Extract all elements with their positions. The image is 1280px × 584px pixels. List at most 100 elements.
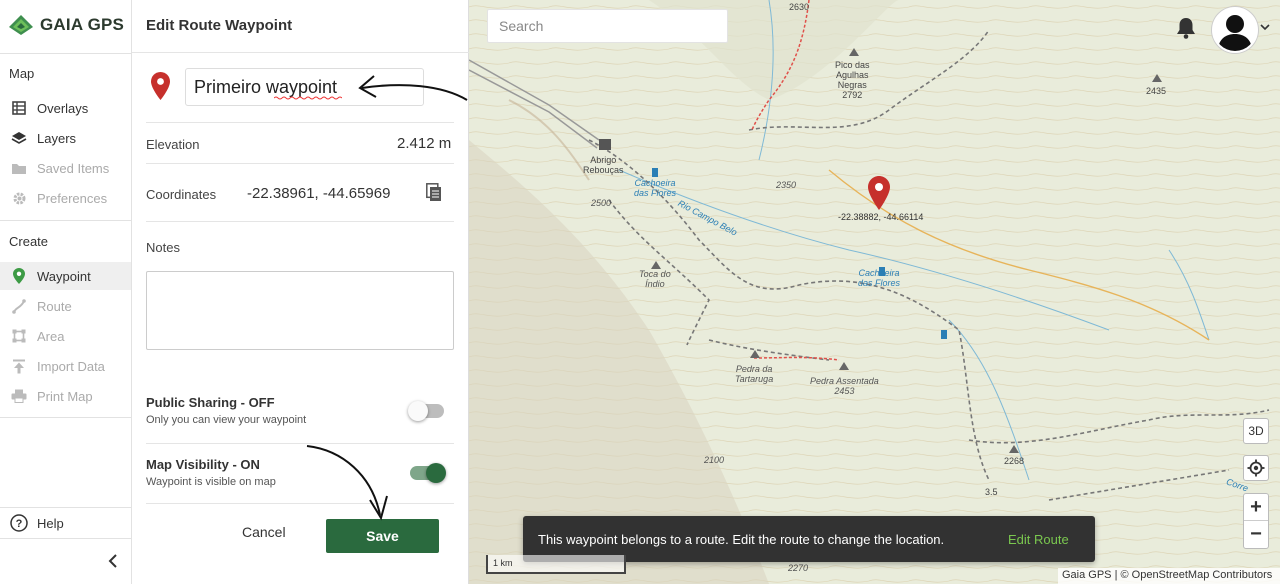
coordinates-label: Coordinates <box>146 187 217 202</box>
gaia-logo[interactable]: GAIA GPS <box>8 14 124 36</box>
scale-label: 1 km <box>493 558 513 568</box>
user-icon <box>1218 15 1252 51</box>
sidebar-item-label: Saved Items <box>37 160 110 176</box>
area-icon <box>10 327 28 345</box>
map-view[interactable]: 2630 Pico das Agulhas Negras 2792 2435 A… <box>469 0 1280 584</box>
divider <box>0 507 131 508</box>
sidebar-item-label: Route <box>37 298 72 314</box>
sidebar-item-label: Waypoint <box>37 268 91 284</box>
layers-icon <box>10 129 28 147</box>
map-label: Pedra Assentada 2453 <box>810 376 879 396</box>
svg-text:?: ? <box>16 518 23 530</box>
divider <box>146 221 454 222</box>
toast-message: This waypoint belongs to a route. Edit t… <box>538 532 945 547</box>
elevation-value: 2.412 m <box>397 135 452 152</box>
map-label: Cachoeira das Flores <box>858 268 901 288</box>
divider <box>0 53 131 54</box>
collapse-sidebar-button[interactable] <box>104 550 122 572</box>
gear-icon <box>10 189 28 207</box>
route-icon <box>10 297 28 315</box>
map-search-input[interactable] <box>487 9 728 43</box>
map-label: 2100 <box>704 455 725 465</box>
map-attribution: Gaia GPS | © OpenStreetMap Contributors <box>1058 568 1280 584</box>
sidebar-item-area[interactable]: Area <box>0 322 131 350</box>
printer-icon <box>10 387 28 405</box>
zoom-in-button[interactable]: + <box>1244 494 1268 521</box>
annotation-arrows <box>306 75 468 521</box>
divider <box>0 220 131 221</box>
map-pin-icon <box>868 176 890 210</box>
sidebar-item-preferences[interactable]: Preferences <box>0 184 131 212</box>
map-label: Pedra da Tartaruga <box>735 364 774 384</box>
upload-icon <box>10 357 28 375</box>
map-visibility-subtitle: Waypoint is visible on map <box>146 476 276 488</box>
sidebar-item-label: Overlays <box>37 100 89 116</box>
divider <box>132 52 469 53</box>
sidebar-item-label: Layers <box>37 130 77 146</box>
gaia-logo-icon <box>9 15 33 35</box>
map-label: 2500 <box>591 198 612 208</box>
map-scale-bar: 1 km <box>486 555 626 574</box>
sidebar-item-label: Area <box>37 328 65 344</box>
crosshair-icon <box>1247 459 1265 477</box>
sidebar-item-print-map[interactable]: Print Map <box>0 382 131 410</box>
sidebar-item-import-data[interactable]: Import Data <box>0 352 131 380</box>
zoom-out-button[interactable]: − <box>1244 521 1268 548</box>
edit-waypoint-panel: Edit Route Waypoint Elevation 2.412 m Co… <box>132 0 469 584</box>
map-waypoint-marker[interactable] <box>868 176 890 215</box>
map-label: 2630 <box>789 2 810 12</box>
create-section-header: Create <box>9 234 49 249</box>
public-sharing-subtitle: Only you can view your waypoint <box>146 414 307 426</box>
bell-icon <box>1177 18 1195 39</box>
sidebar-item-waypoint[interactable]: Waypoint <box>0 262 131 290</box>
map-label: 2435 <box>1146 86 1167 96</box>
app-name: GAIA GPS <box>40 15 125 34</box>
sidebar-item-label: Import Data <box>37 358 105 374</box>
map-label: 3.5 <box>985 487 998 497</box>
map-visibility-title: Map Visibility - ON <box>146 457 260 472</box>
cancel-button[interactable]: Cancel <box>242 524 286 540</box>
copy-icon <box>426 183 441 201</box>
sidebar-item-label: Preferences <box>37 190 108 206</box>
3d-toggle-button[interactable]: 3D <box>1243 418 1269 444</box>
divider <box>0 417 131 418</box>
chevron-down-icon <box>1260 24 1270 31</box>
public-sharing-title: Public Sharing - OFF <box>146 395 275 410</box>
help-icon: ? <box>10 514 28 532</box>
sidebar-item-help[interactable]: ? Help <box>0 509 131 537</box>
panel-title: Edit Route Waypoint <box>146 17 293 34</box>
elevation-label: Elevation <box>146 137 200 152</box>
waypoint-name-input[interactable] <box>185 68 424 106</box>
map-label: Abrigo Rebouças <box>583 155 624 175</box>
sidebar-item-label: Print Map <box>37 388 93 404</box>
sidebar-item-label: Help <box>37 515 64 531</box>
map-label: Toca do Índio <box>639 269 671 289</box>
notifications-button[interactable] <box>1176 17 1196 44</box>
zoom-controls: + − <box>1243 493 1269 549</box>
map-label: Pico das Agulhas Negras 2792 <box>835 60 870 100</box>
coordinates-value: -22.38961, -44.65969 <box>247 185 391 202</box>
sidebar-item-route[interactable]: Route <box>0 292 131 320</box>
waypoint-marker-icon <box>151 72 170 105</box>
map-label: 2270 <box>788 563 809 573</box>
locate-button[interactable] <box>1243 455 1269 481</box>
divider <box>146 163 454 164</box>
sidebar-item-layers[interactable]: Layers <box>0 124 131 152</box>
notes-label: Notes <box>146 240 180 255</box>
user-avatar[interactable] <box>1212 7 1258 53</box>
map-label: 2268 <box>1004 456 1025 466</box>
spellcheck-underline <box>274 96 342 100</box>
account-menu-button[interactable] <box>1260 18 1270 36</box>
folder-icon <box>10 159 28 177</box>
copy-coordinates-button[interactable] <box>426 183 444 203</box>
sidebar-item-saved-items[interactable]: Saved Items <box>0 154 131 182</box>
map-label: 2350 <box>776 180 797 190</box>
marker-coordinates-label: -22.38882, -44.66114 <box>838 212 924 222</box>
edit-route-button[interactable]: Edit Route <box>1008 532 1069 547</box>
waypoint-icon <box>10 267 28 285</box>
map-section-header: Map <box>9 66 35 81</box>
map-label: Cachoeira das Flores <box>634 178 677 198</box>
chevron-left-icon <box>108 554 117 568</box>
divider <box>0 538 131 539</box>
sidebar-item-overlays[interactable]: Overlays <box>0 94 131 122</box>
